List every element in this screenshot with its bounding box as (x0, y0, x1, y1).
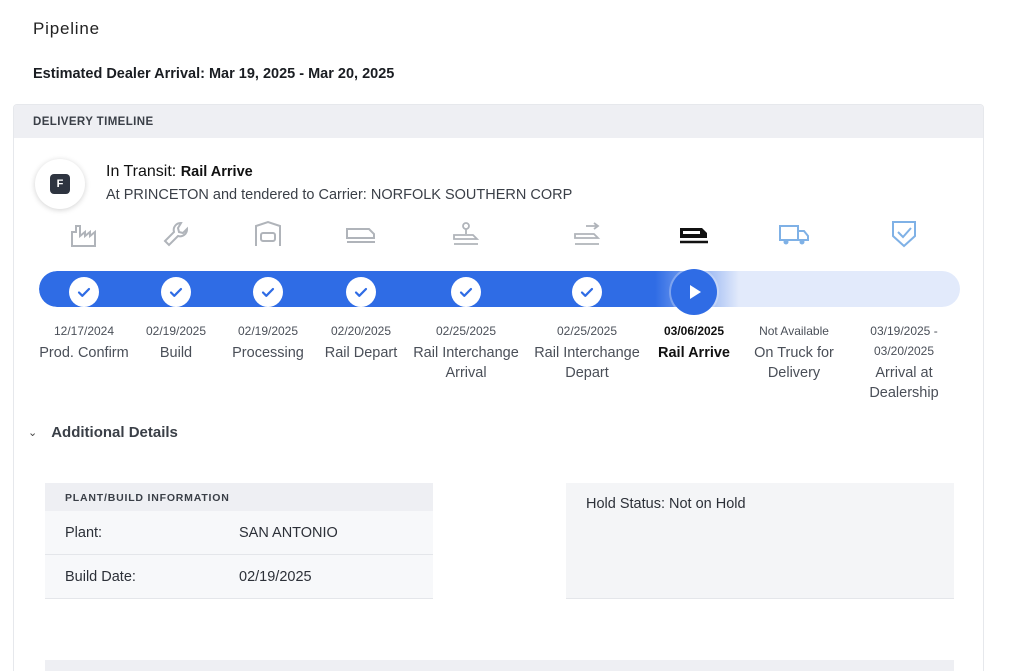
status-heading: In Transit: Rail Arrive (106, 163, 253, 181)
plant-build-info: PLANT/BUILD INFORMATION Plant: SAN ANTON… (45, 483, 433, 599)
plant-value: SAN ANTONIO (239, 524, 338, 541)
status-label: In Transit: (106, 163, 177, 180)
build-date-key: Build Date: (65, 568, 136, 585)
hold-status: Hold Status: Not on Hold (586, 496, 746, 512)
estimated-arrival: Estimated Dealer Arrival: Mar 19, 2025 -… (33, 66, 395, 82)
step-date: 02/25/2025 (435, 324, 497, 338)
plant-build-header: PLANT/BUILD INFORMATION (45, 483, 433, 511)
delivery-timeline-header: DELIVERY TIMELINE (14, 105, 983, 138)
progress-fill (39, 271, 739, 307)
build-date-value: 02/19/2025 (239, 568, 312, 585)
hold-status-box: Hold Status: Not on Hold (566, 483, 954, 599)
brand-badge-letter: F (50, 174, 70, 194)
step-check-icon (161, 277, 191, 307)
timeline-step: 03/19/2025 - 03/20/2025 Arrival at Dealer… (839, 217, 969, 401)
railcar-pin-icon (401, 217, 531, 251)
status-detail: At PRINCETON and tendered to Carrier: NO… (106, 187, 573, 203)
delivery-timeline-card: DELIVERY TIMELINE F In Transit: Rail Arr… (13, 104, 984, 671)
next-section-header (45, 660, 954, 671)
shield-check-icon (839, 217, 969, 251)
step-check-icon (572, 277, 602, 307)
step-label: Arrival at Dealership (869, 365, 939, 401)
plant-row: Plant: SAN ANTONIO (45, 511, 433, 555)
chevron-down-icon: ⌄ (28, 427, 38, 439)
brand-badge: F (35, 159, 85, 209)
step-check-icon (69, 277, 99, 307)
plant-key: Plant: (65, 524, 103, 541)
timeline-step: 02/25/2025 Rail Interchange Arrival (401, 217, 531, 381)
step-check-icon (346, 277, 376, 307)
additional-details-toggle[interactable]: ⌄ Additional Details (28, 424, 178, 441)
status-value: Rail Arrive (180, 164, 253, 180)
step-date: 03/19/2025 - 03/20/2025 (870, 324, 938, 358)
current-step-play-icon (671, 269, 717, 315)
page-title: Pipeline (33, 19, 100, 38)
step-label: Rail Interchange Arrival (413, 345, 519, 381)
step-check-icon (253, 277, 283, 307)
additional-details-label: Additional Details (51, 424, 178, 441)
step-check-icon (451, 277, 481, 307)
build-date-row: Build Date: 02/19/2025 (45, 555, 433, 599)
